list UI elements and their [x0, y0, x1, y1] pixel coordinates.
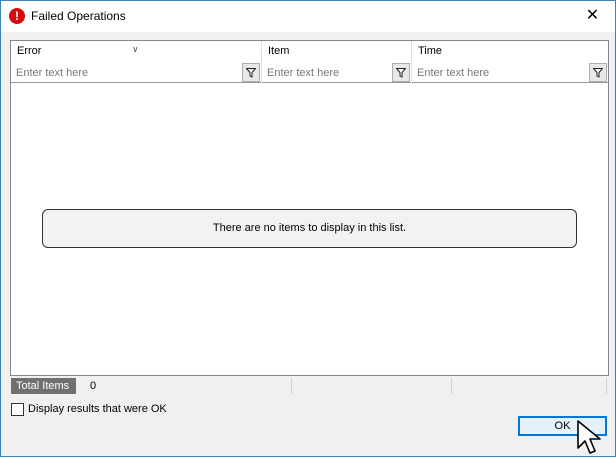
- funnel-icon: [396, 67, 406, 78]
- status-divider: [451, 378, 452, 394]
- filter-input-error[interactable]: [11, 63, 243, 82]
- filter-button-error[interactable]: [242, 63, 260, 82]
- total-items-value: 0: [90, 380, 97, 392]
- filter-button-item[interactable]: [392, 63, 410, 82]
- column-time: Time: [412, 41, 608, 83]
- status-bar: Total Items 0: [10, 378, 607, 395]
- filter-row-item: [262, 62, 411, 83]
- total-items-label: Total Items: [11, 378, 76, 394]
- sort-chevron-down-icon: ∨: [132, 44, 139, 54]
- column-header-label: Error: [17, 45, 42, 57]
- column-error: Error ∨: [11, 41, 262, 83]
- error-icon: !: [9, 8, 25, 24]
- display-ok-option[interactable]: Display results that were OK: [11, 402, 167, 416]
- column-header-time[interactable]: Time: [412, 41, 608, 61]
- failed-operations-dialog: ! Failed Operations ✕ Error ∨ Enter text…: [0, 0, 616, 457]
- display-ok-checkbox[interactable]: [11, 402, 24, 416]
- filter-input-time[interactable]: [412, 63, 590, 82]
- filter-input-item[interactable]: [262, 63, 393, 82]
- funnel-icon: [593, 67, 603, 78]
- filter-row-time: [412, 62, 608, 83]
- column-header-label: Time: [418, 45, 443, 57]
- column-header-item[interactable]: Item: [262, 41, 411, 61]
- close-button[interactable]: ✕: [570, 1, 615, 31]
- column-header-error[interactable]: Error ∨: [11, 41, 261, 61]
- results-grid[interactable]: Error ∨ Item: [10, 40, 609, 376]
- close-icon: ✕: [585, 7, 600, 24]
- window-title: Failed Operations: [31, 9, 126, 23]
- column-header-label: Item: [268, 45, 290, 57]
- status-divider: [606, 378, 607, 394]
- filter-button-time[interactable]: [589, 63, 607, 82]
- display-ok-label[interactable]: Display results that were OK: [28, 403, 167, 415]
- empty-list-message: There are no items to display in this li…: [42, 209, 577, 248]
- status-divider: [291, 378, 292, 394]
- mouse-pointer-icon: [577, 420, 601, 454]
- title-bar[interactable]: ! Failed Operations ✕: [1, 1, 615, 32]
- funnel-icon: [246, 67, 256, 78]
- column-item: Item: [262, 41, 412, 83]
- filter-row-error: [11, 62, 261, 83]
